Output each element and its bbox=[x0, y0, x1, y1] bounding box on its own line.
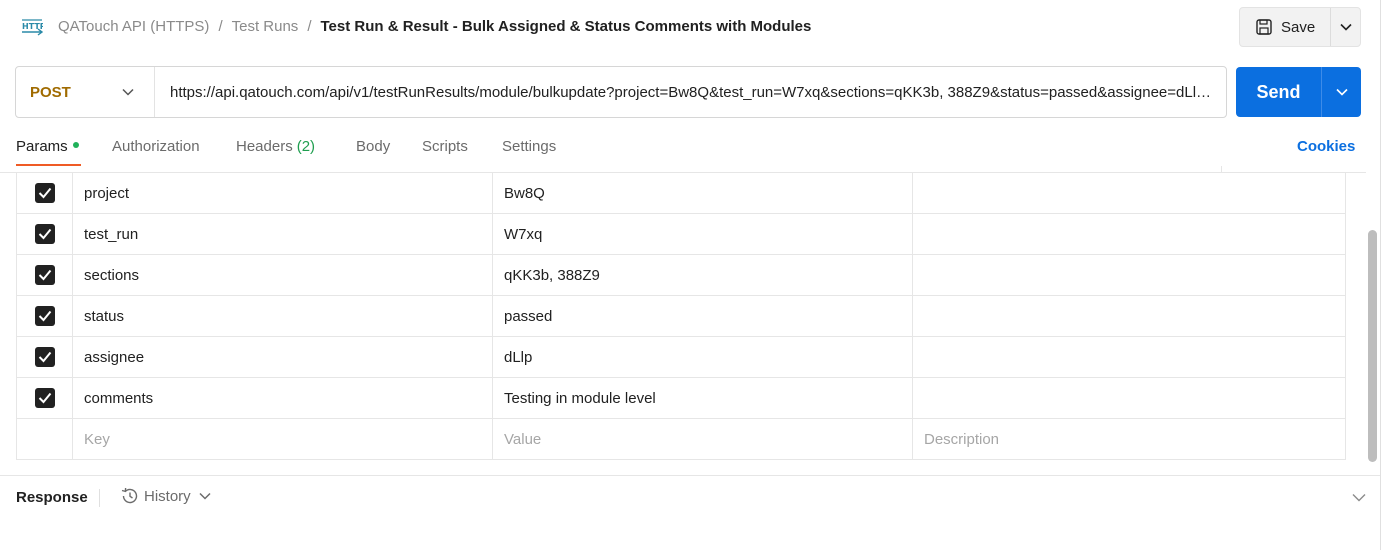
param-description[interactable] bbox=[913, 337, 1345, 377]
empty-checkbox-cell bbox=[17, 419, 73, 459]
param-value[interactable]: qKK3b, 388Z9 bbox=[493, 255, 913, 295]
row-checkbox-cell bbox=[17, 214, 73, 254]
table-row: status passed bbox=[17, 296, 1345, 337]
param-key[interactable]: project bbox=[73, 173, 493, 213]
cookies-link[interactable]: Cookies bbox=[1297, 138, 1355, 155]
response-label[interactable]: Response bbox=[16, 489, 88, 506]
param-checkbox[interactable] bbox=[34, 347, 55, 367]
new-value-input[interactable]: Value bbox=[493, 419, 913, 459]
breadcrumb-folder[interactable]: Test Runs bbox=[232, 18, 299, 35]
checkmark-icon bbox=[38, 228, 51, 240]
breadcrumb-separator: / bbox=[307, 18, 312, 35]
param-value[interactable]: Bw8Q bbox=[493, 173, 913, 213]
new-description-input[interactable]: Description bbox=[913, 419, 1345, 459]
param-key[interactable]: status bbox=[73, 296, 493, 336]
history-dropdown[interactable]: History bbox=[120, 487, 216, 505]
method-select[interactable]: POST bbox=[16, 67, 155, 117]
chevron-down-icon bbox=[122, 88, 134, 96]
param-description[interactable] bbox=[913, 214, 1345, 254]
param-key[interactable]: comments bbox=[73, 378, 493, 418]
param-description[interactable] bbox=[913, 255, 1345, 295]
save-button[interactable]: Save bbox=[1240, 8, 1331, 46]
response-divider[interactable] bbox=[0, 475, 1380, 476]
url-input[interactable]: https://api.qatouch.com/api/v1/testRunRe… bbox=[155, 67, 1226, 117]
url-text: https://api.qatouch.com/api/v1/testRunRe… bbox=[170, 83, 1216, 101]
checkmark-icon bbox=[38, 392, 51, 404]
response-collapse-button[interactable] bbox=[1352, 489, 1366, 505]
column-resize-handle[interactable] bbox=[1221, 166, 1222, 173]
checkmark-icon bbox=[38, 187, 51, 199]
chevron-down-icon bbox=[1339, 23, 1352, 31]
breadcrumb-separator: / bbox=[218, 18, 223, 35]
response-separator bbox=[99, 489, 100, 507]
tab-params-label: Params bbox=[16, 138, 68, 155]
headers-count: (2) bbox=[296, 138, 316, 155]
checkmark-icon bbox=[38, 351, 51, 363]
request-title[interactable]: Test Run & Result - Bulk Assigned & Stat… bbox=[320, 18, 811, 35]
row-checkbox-cell bbox=[17, 337, 73, 377]
chevron-down-icon bbox=[199, 492, 211, 500]
send-button-group: Send bbox=[1236, 67, 1361, 117]
floppy-disk-icon bbox=[1256, 19, 1272, 35]
param-description[interactable] bbox=[913, 296, 1345, 336]
scrollbar-thumb[interactable] bbox=[1368, 230, 1377, 462]
table-row: test_run W7xq bbox=[17, 214, 1345, 255]
table-row: comments Testing in module level bbox=[17, 378, 1345, 419]
request-header: HTTP QATouch API (HTTPS) / Test Runs / T… bbox=[0, 0, 1391, 56]
params-table: project Bw8Q test_run W7xq sections qKK3… bbox=[16, 173, 1346, 460]
param-checkbox[interactable] bbox=[34, 224, 55, 244]
param-description[interactable] bbox=[913, 173, 1345, 213]
param-value[interactable]: W7xq bbox=[493, 214, 913, 254]
param-checkbox[interactable] bbox=[34, 388, 55, 408]
breadcrumb: QATouch API (HTTPS) / Test Runs / Test R… bbox=[58, 18, 811, 35]
tab-headers[interactable]: Headers (2) bbox=[236, 138, 315, 155]
panel-divider bbox=[1380, 0, 1381, 550]
send-button[interactable]: Send bbox=[1236, 67, 1322, 117]
tab-authorization[interactable]: Authorization bbox=[112, 138, 200, 155]
active-tab-indicator bbox=[16, 164, 81, 166]
param-checkbox[interactable] bbox=[34, 306, 55, 326]
new-key-input[interactable]: Key bbox=[73, 419, 493, 459]
tab-settings[interactable]: Settings bbox=[502, 138, 556, 155]
param-checkbox[interactable] bbox=[34, 265, 55, 285]
row-checkbox-cell bbox=[17, 173, 73, 213]
param-value[interactable]: Testing in module level bbox=[493, 378, 913, 418]
chevron-down-icon bbox=[1352, 494, 1366, 502]
param-key[interactable]: assignee bbox=[73, 337, 493, 377]
row-checkbox-cell bbox=[17, 255, 73, 295]
save-label: Save bbox=[1281, 18, 1316, 36]
tab-scripts[interactable]: Scripts bbox=[422, 138, 468, 155]
param-description[interactable] bbox=[913, 378, 1345, 418]
history-clock-icon bbox=[121, 487, 138, 504]
breadcrumb-collection[interactable]: QATouch API (HTTPS) bbox=[58, 18, 209, 35]
tab-body[interactable]: Body bbox=[356, 138, 390, 155]
table-row: assignee dLlp bbox=[17, 337, 1345, 378]
tab-headers-label: Headers bbox=[236, 138, 293, 155]
chevron-down-icon bbox=[1335, 88, 1348, 96]
row-checkbox-cell bbox=[17, 296, 73, 336]
param-key[interactable]: test_run bbox=[73, 214, 493, 254]
send-options-button[interactable] bbox=[1322, 67, 1361, 117]
new-param-row: Key Value Description bbox=[17, 419, 1345, 460]
method-label: POST bbox=[30, 83, 71, 101]
request-tabs: Params Authorization Headers (2) Body Scr… bbox=[0, 130, 1391, 166]
checkmark-icon bbox=[38, 269, 51, 281]
save-options-button[interactable] bbox=[1331, 8, 1360, 46]
table-row: project Bw8Q bbox=[17, 173, 1345, 214]
tab-params[interactable]: Params bbox=[16, 138, 79, 155]
history-label: History bbox=[144, 487, 191, 505]
request-bar: POST https://api.qatouch.com/api/v1/test… bbox=[15, 66, 1227, 118]
row-checkbox-cell bbox=[17, 378, 73, 418]
checkmark-icon bbox=[38, 310, 51, 322]
param-value[interactable]: passed bbox=[493, 296, 913, 336]
param-value[interactable]: dLlp bbox=[493, 337, 913, 377]
params-active-dot bbox=[72, 142, 79, 149]
table-row: sections qKK3b, 388Z9 bbox=[17, 255, 1345, 296]
param-checkbox[interactable] bbox=[34, 183, 55, 203]
param-key[interactable]: sections bbox=[73, 255, 493, 295]
save-button-group: Save bbox=[1239, 7, 1361, 47]
http-request-icon: HTTP bbox=[21, 17, 46, 37]
